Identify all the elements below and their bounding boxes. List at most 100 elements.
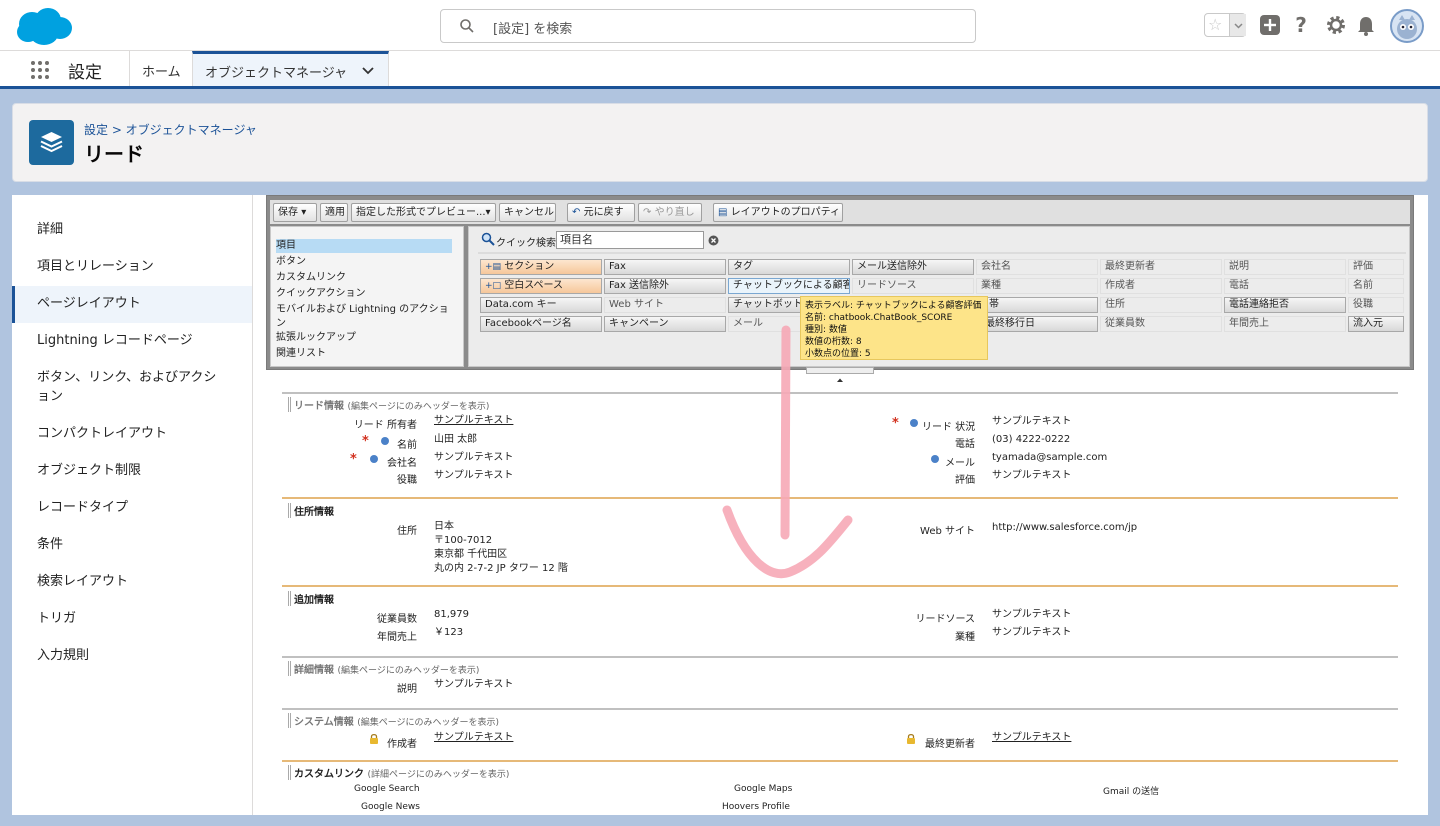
palette-category-related-lists[interactable]: 関連リスト — [276, 347, 326, 361]
sidebar-item-object-limits[interactable]: オブジェクト制限 — [12, 461, 252, 480]
field-value[interactable]: サンプルテキスト — [992, 469, 1071, 483]
palette-field[interactable]: 評価 — [1348, 259, 1404, 275]
salesforce-logo-icon[interactable] — [14, 6, 74, 48]
field-value[interactable]: サンプルテキスト — [434, 678, 513, 692]
palette-category-mobile-actions[interactable]: モバイルおよび Lightning のアクション — [276, 303, 458, 331]
palette-field[interactable]: Data.com キー — [480, 297, 602, 313]
sidebar-item-page-layouts[interactable]: ページレイアウト — [12, 286, 252, 323]
section-divider — [282, 656, 1398, 658]
palette-field-chatbook-score[interactable]: チャットブックによる顧客評価 — [728, 278, 850, 294]
palette-field-section[interactable]: +▤ セクション — [480, 259, 602, 275]
field-value[interactable]: 81,979 — [434, 608, 469, 622]
undo-button[interactable]: ↶ 元に戻す — [567, 203, 635, 222]
custom-link[interactable]: Hoovers Profile — [722, 802, 790, 812]
sidebar-item-details[interactable]: 詳細 — [12, 220, 252, 239]
palette-field[interactable]: タグ — [728, 259, 850, 275]
breadcrumb[interactable]: 設定 > オブジェクトマネージャ — [84, 121, 257, 138]
palette-field[interactable]: 住所 — [1100, 297, 1222, 313]
palette-field-blank-space[interactable]: +□ 空白スペース — [480, 278, 602, 294]
palette-field[interactable]: 電話 — [1224, 278, 1346, 294]
field-value[interactable]: サンプルテキスト — [992, 415, 1071, 429]
custom-link[interactable]: Google Search — [354, 784, 420, 794]
field-value[interactable]: サンプルテキスト — [992, 626, 1071, 640]
field-value[interactable]: サンプルテキスト — [434, 414, 513, 428]
palette-field[interactable]: Fax — [604, 259, 726, 275]
sidebar-item-compact-layouts[interactable]: コンパクトレイアウト — [12, 424, 252, 443]
palette-field[interactable]: 最終移行日 — [976, 316, 1098, 332]
sidebar-item-fields[interactable]: 項目とリレーション — [12, 257, 252, 276]
custom-link[interactable]: Google News — [361, 802, 420, 812]
section-detail[interactable]: 詳細情報 (編集ページにのみヘッダーを表示) — [288, 661, 479, 676]
palette-category-custom-links[interactable]: カスタムリンク — [276, 271, 346, 285]
gear-icon[interactable] — [1325, 14, 1347, 36]
cancel-button[interactable]: キャンセル — [499, 203, 556, 222]
sidebar-item-record-types[interactable]: レコードタイプ — [12, 498, 252, 517]
field-value[interactable]: サンプルテキスト — [992, 608, 1071, 622]
field-value[interactable]: http://www.salesforce.com/jp — [992, 521, 1137, 535]
palette-category-quick-actions[interactable]: クイックアクション — [276, 287, 366, 301]
tab-object-manager[interactable]: オブジェクトマネージャ — [192, 51, 389, 86]
sidebar-item-triggers[interactable]: トリガ — [12, 609, 252, 628]
palette-field[interactable]: 最終更新者 — [1100, 259, 1222, 275]
palette-field[interactable]: 従業員数 — [1100, 316, 1222, 332]
palette-field[interactable]: 電話連絡拒否 — [1224, 297, 1346, 313]
section-address[interactable]: 住所情報 — [288, 503, 334, 518]
section-system[interactable]: システム情報 (編集ページにのみヘッダーを表示) — [288, 713, 499, 728]
palette-field[interactable]: 業種 — [976, 278, 1098, 294]
sidebar-item-criteria[interactable]: 条件 — [12, 535, 252, 554]
palette-field[interactable]: Facebookページ名 — [480, 316, 602, 332]
palette-field[interactable]: キャンペーン — [604, 316, 726, 332]
notification-bell-icon[interactable] — [1355, 14, 1377, 36]
apply-button[interactable]: 適用 — [320, 203, 348, 222]
field-value[interactable]: サンプルテキスト — [992, 731, 1071, 745]
favorites-dropdown[interactable] — [1229, 14, 1246, 36]
palette-field[interactable]: 年間売上 — [1224, 316, 1346, 332]
palette-field[interactable]: 役職 — [1348, 297, 1404, 313]
custom-link[interactable]: Gmail の送信 — [1103, 784, 1159, 797]
favorites-button[interactable]: ☆ — [1204, 13, 1246, 37]
help-icon[interactable]: ? — [1290, 14, 1312, 36]
app-launcher-icon[interactable] — [30, 60, 50, 80]
sidebar-item-search-layouts[interactable]: 検索レイアウト — [12, 572, 252, 591]
palette-category-expanded-lookups[interactable]: 拡張ルックアップ — [276, 331, 356, 345]
field-value[interactable]: 日本 〒100-7012 東京都 千代田区 丸の内 2-7-2 JP タワー 1… — [434, 520, 568, 576]
field-value[interactable]: ￥123 — [434, 626, 463, 640]
custom-link[interactable]: Google Maps — [734, 784, 792, 794]
field-value[interactable]: tyamada@sample.com — [992, 451, 1107, 465]
chevron-down-icon[interactable] — [361, 66, 375, 76]
sidebar-item-buttons-links[interactable]: ボタン、リンク、およびアクション — [12, 368, 222, 406]
field-value[interactable]: 山田 太郎 — [434, 433, 477, 447]
global-search[interactable]: [設定] を検索 — [440, 9, 976, 43]
field-value[interactable]: サンプルテキスト — [434, 469, 513, 483]
palette-field[interactable]: 名前 — [1348, 278, 1404, 294]
add-icon[interactable] — [1259, 14, 1281, 36]
palette-field[interactable]: メール送信除外 — [852, 259, 974, 275]
tab-home[interactable]: ホーム — [129, 51, 192, 86]
section-custom-links[interactable]: カスタムリンク (詳細ページにのみヘッダーを表示) — [288, 765, 509, 780]
palette-field[interactable]: 会社名 — [976, 259, 1098, 275]
save-button[interactable]: 保存 ▾ — [273, 203, 317, 222]
palette-category-fields[interactable]: 項目 — [276, 239, 452, 253]
palette-field[interactable]: 流入元 — [1348, 316, 1404, 332]
section-additional[interactable]: 追加情報 — [288, 591, 334, 606]
layout-properties-button[interactable]: ▤ レイアウトのプロパティ — [713, 203, 843, 222]
palette-resize-handle[interactable] — [806, 367, 874, 382]
redo-button[interactable]: ↷ やり直し — [638, 203, 702, 222]
preview-as-button[interactable]: 指定した形式でプレビュー...▾ — [351, 203, 496, 222]
sidebar-item-validation-rules[interactable]: 入力規則 — [12, 646, 252, 665]
sidebar-item-lightning-pages[interactable]: Lightning レコードページ — [12, 331, 252, 350]
palette-field[interactable]: リードソース — [852, 278, 974, 294]
clear-icon[interactable] — [708, 235, 719, 246]
palette-field[interactable]: 作成者 — [1100, 278, 1222, 294]
user-avatar[interactable] — [1390, 9, 1424, 43]
palette-field[interactable]: 説明 — [1224, 259, 1346, 275]
palette-field[interactable]: 帯 — [976, 297, 1098, 313]
field-value[interactable]: (03) 4222-0222 — [992, 433, 1070, 447]
palette-field[interactable]: Fax 送信除外 — [604, 278, 726, 294]
section-lead-info[interactable]: リード情報 (編集ページにのみヘッダーを表示) — [288, 397, 489, 412]
palette-field[interactable]: Web サイト — [604, 297, 726, 313]
palette-category-buttons[interactable]: ボタン — [276, 255, 306, 269]
quick-search-input[interactable]: 項目名 — [556, 231, 704, 249]
field-value[interactable]: サンプルテキスト — [434, 451, 513, 465]
field-value[interactable]: サンプルテキスト — [434, 731, 513, 745]
